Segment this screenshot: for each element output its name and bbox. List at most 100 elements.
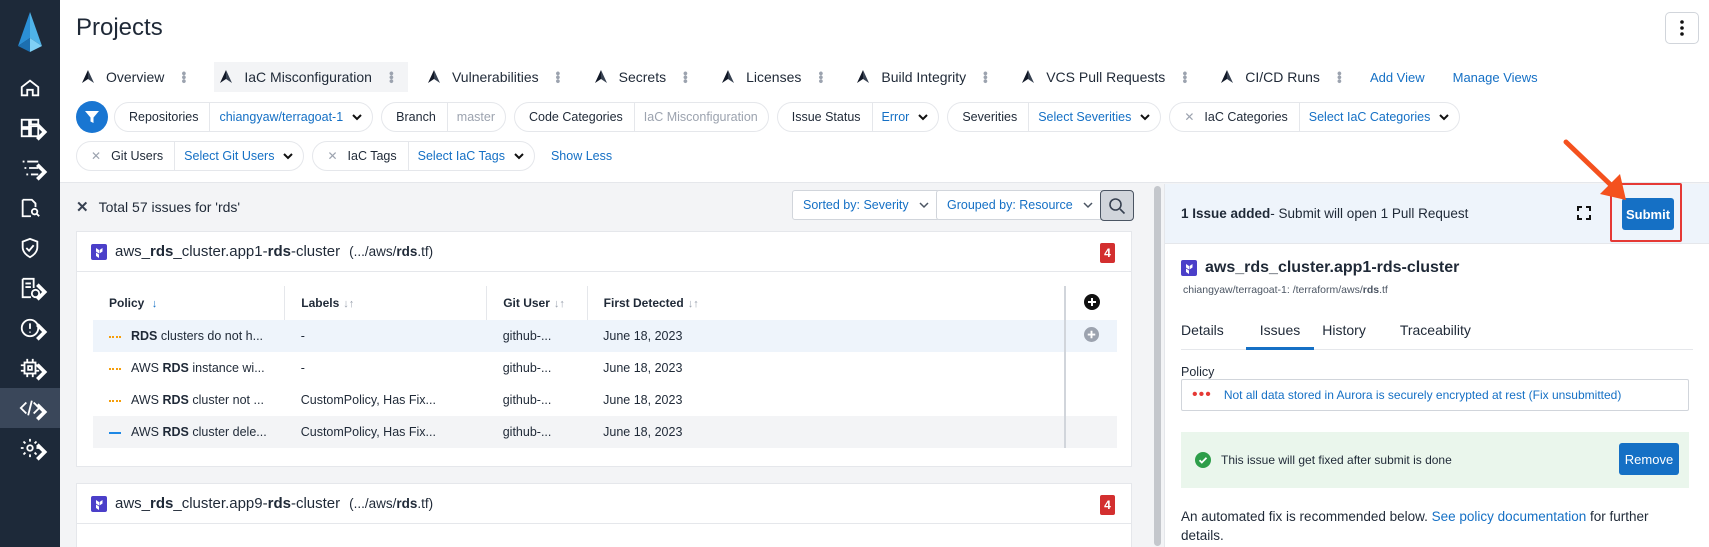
filter-iac-tags[interactable]: ✕ IaC Tags Select IaC Tags — [312, 141, 535, 171]
filter-git-users[interactable]: ✕ Git Users Select Git Users — [76, 141, 305, 171]
resource-card-header[interactable]: aws_rds_cluster.app9-rds-cluster (.../aw… — [77, 484, 1131, 524]
table-row[interactable]: RDS clusters do not h... - github-... Ju… — [93, 320, 1117, 352]
tab-iac-misconfiguration[interactable]: IaC Misconfiguration ••• — [214, 62, 408, 92]
tab-licenses[interactable]: Licenses ••• — [716, 62, 837, 92]
sort-desc-icon: ↓ — [151, 298, 158, 310]
nav-alerts[interactable] — [0, 308, 60, 348]
add-column-button[interactable] — [1064, 286, 1117, 320]
policy-cell: AWS RDS cluster not ... — [93, 384, 285, 416]
tab-details[interactable]: Details — [1181, 314, 1238, 350]
nav-investigate[interactable] — [0, 188, 60, 228]
row-action-cell[interactable] — [1064, 416, 1117, 448]
tab-history[interactable]: History — [1322, 314, 1380, 350]
table-row[interactable]: AWS RDS instance wi... - github-... June… — [93, 352, 1117, 384]
tab-menu-icon[interactable]: ••• — [978, 71, 994, 83]
filter-value[interactable]: Error — [873, 103, 939, 131]
git-user-cell: github-... — [502, 393, 552, 407]
manage-views-link[interactable]: Manage Views — [1453, 70, 1538, 85]
column-header-labels[interactable]: Labels ↓↑ — [284, 286, 488, 320]
tab-menu-icon[interactable]: ••• — [813, 71, 829, 83]
filter-value[interactable]: Select IaC Categories — [1300, 103, 1460, 131]
row-added-indicator[interactable] — [1064, 320, 1117, 352]
fix-status-message: This issue will get fixed after submit i… — [1221, 453, 1452, 467]
results-scrollbar[interactable] — [1154, 186, 1161, 546]
terraform-icon — [91, 495, 107, 512]
remove-filter-icon[interactable]: ✕ — [1184, 110, 1194, 124]
filter-repositories[interactable]: Repositories chiangyaw/terragoat-1 — [114, 102, 374, 132]
resource-path: (.../aws/rds.tf) — [349, 496, 434, 511]
resource-name: aws_rds_cluster.app9-rds-cluster — [115, 495, 341, 512]
expand-icon[interactable] — [1576, 205, 1592, 221]
table-row[interactable]: AWS RDS cluster dele... CustomPolicy, Ha… — [93, 416, 1117, 448]
filter-value[interactable]: Select IaC Tags — [409, 142, 534, 170]
tab-build-integrity[interactable]: Build Integrity ••• — [851, 62, 1002, 92]
table-row[interactable]: AWS RDS cluster not ... CustomPolicy, Ha… — [93, 384, 1117, 416]
nav-home[interactable] — [0, 68, 60, 108]
filter-value[interactable]: Select Severities — [1029, 103, 1160, 131]
filter-label: ✕ Git Users — [77, 142, 176, 170]
show-less-link[interactable]: Show Less — [551, 149, 612, 163]
column-header-git-user[interactable]: Git User ↓↑ — [486, 286, 588, 320]
tab-vcs-pull-requests[interactable]: VCS Pull Requests ••• — [1016, 62, 1201, 92]
tab-menu-icon[interactable]: ••• — [176, 71, 192, 83]
nav-dashboards[interactable] — [0, 108, 60, 148]
logo-mark-icon — [427, 70, 440, 83]
nav-code-security[interactable] — [0, 388, 60, 428]
resource-path: (.../aws/rds.tf) — [349, 244, 434, 259]
filter-code-categories[interactable]: Code Categories IaC Misconfiguration — [513, 102, 769, 132]
remove-filter-icon[interactable]: ✕ — [327, 149, 337, 163]
resource-name: aws_rds_cluster.app1-rds-cluster — [115, 243, 341, 260]
tab-menu-icon[interactable]: ••• — [1177, 71, 1193, 83]
nav-policies[interactable] — [0, 228, 60, 268]
search-button[interactable] — [1100, 190, 1134, 221]
view-tabs: Overview ••• IaC Misconfiguration ••• Vu… — [76, 62, 1566, 92]
detail-tabs: Details Issues History Traceability — [1181, 314, 1693, 350]
filter-iac-categories[interactable]: ✕ IaC Categories Select IaC Categories — [1169, 102, 1461, 132]
tab-cicd-runs[interactable]: CI/CD Runs ••• — [1215, 62, 1356, 92]
resource-card-header[interactable]: aws_rds_cluster.app1-rds-cluster (.../aw… — [77, 232, 1131, 272]
nav-compliance[interactable] — [0, 268, 60, 308]
issue-count-badge: 4 — [1100, 243, 1115, 263]
chevron-down-icon — [283, 152, 294, 159]
nav-compute[interactable] — [0, 348, 60, 388]
filter-value[interactable]: Select Git Users — [175, 142, 303, 170]
tab-menu-icon[interactable]: ••• — [678, 71, 694, 83]
nav-settings[interactable] — [0, 428, 60, 468]
policy-cell: AWS RDS cluster dele... — [93, 416, 285, 448]
tab-vulnerabilities[interactable]: Vulnerabilities ••• — [422, 62, 575, 92]
filter-value[interactable]: chiangyaw/terragoat-1 — [210, 103, 372, 131]
more-options-button[interactable] — [1665, 12, 1699, 44]
submit-hint: - Submit will open 1 Pull Request — [1270, 206, 1469, 221]
remove-filter-icon[interactable]: ✕ — [91, 149, 101, 163]
policy-select[interactable]: ••• Not all data stored in Aurora is sec… — [1181, 379, 1689, 411]
filter-branch[interactable]: Branch master — [381, 102, 506, 132]
chevron-down-icon — [1140, 113, 1151, 120]
filter-toggle-button[interactable] — [76, 101, 108, 133]
filter-issue-status[interactable]: Issue Status Error — [776, 102, 940, 132]
tab-menu-icon[interactable]: ••• — [551, 71, 567, 83]
tab-issues[interactable]: Issues — [1245, 314, 1315, 350]
filter-label: Issue Status — [778, 103, 873, 131]
tab-menu-icon[interactable]: ••• — [1332, 71, 1348, 83]
remove-button[interactable]: Remove — [1619, 443, 1679, 475]
chevron-down-icon — [918, 113, 929, 120]
first-detected-cell: June 18, 2023 — [587, 320, 1066, 352]
row-action-cell[interactable] — [1064, 352, 1117, 384]
tab-traceability[interactable]: Traceability — [1400, 314, 1485, 350]
column-header-first-detected[interactable]: First Detected ↓↑ — [587, 286, 1066, 320]
policy-documentation-link[interactable]: See policy documentation — [1432, 509, 1587, 524]
add-view-link[interactable]: Add View — [1370, 70, 1425, 85]
tab-secrets[interactable]: Secrets ••• — [589, 62, 702, 92]
row-action-cell[interactable] — [1064, 384, 1117, 416]
sort-dropdown[interactable]: Sorted by: Severity — [792, 190, 940, 220]
tab-overview[interactable]: Overview ••• — [76, 62, 200, 92]
clear-search-icon[interactable]: ✕ — [76, 198, 89, 216]
nav-inventory[interactable] — [0, 148, 60, 188]
chevron-down-icon — [919, 201, 929, 208]
tab-menu-icon[interactable]: ••• — [384, 71, 400, 83]
column-header-policy[interactable]: Policy ↓ — [93, 286, 286, 320]
app-logo-icon[interactable] — [12, 10, 48, 54]
filter-severities[interactable]: Severities Select Severities — [947, 102, 1162, 132]
group-dropdown[interactable]: Grouped by: Resource — [936, 190, 1104, 220]
chevron-right-icon — [36, 163, 48, 181]
